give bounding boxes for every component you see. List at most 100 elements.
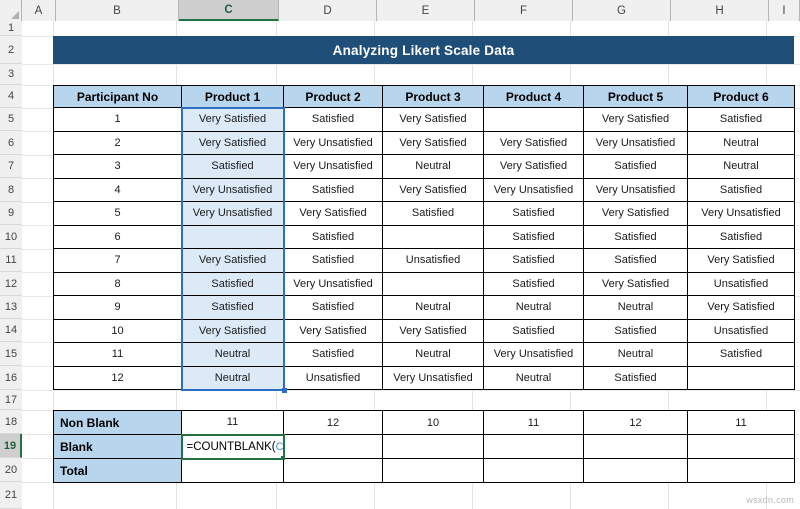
participant-number-cell[interactable]: 2 <box>53 130 182 155</box>
row-header-8[interactable]: 8 <box>0 178 22 202</box>
rating-cell[interactable]: Satisfied <box>483 248 584 273</box>
rating-cell[interactable]: Satisfied <box>483 318 584 343</box>
column-header-d[interactable]: D <box>279 0 377 21</box>
rating-cell[interactable]: Satisfied <box>687 177 795 202</box>
row-header-5[interactable]: 5 <box>0 108 22 131</box>
row-header-11[interactable]: 11 <box>0 249 22 272</box>
column-header-h[interactable]: H <box>671 0 769 21</box>
rating-cell[interactable]: Satisfied <box>283 248 383 273</box>
rating-cell[interactable]: Unsatisfied <box>687 271 795 296</box>
rating-cell[interactable]: Neutral <box>687 154 795 179</box>
formula-edit-cell[interactable]: =COUNTBLANK(C5:C16) <box>180 433 285 460</box>
row-header-16[interactable]: 16 <box>0 366 22 390</box>
rating-cell[interactable]: Very Unsatisfied <box>583 130 688 155</box>
summary-value-cell[interactable]: 11 <box>181 410 284 435</box>
column-header-f[interactable]: F <box>475 0 573 21</box>
column-header-b[interactable]: B <box>56 0 179 21</box>
rating-cell[interactable] <box>483 107 584 132</box>
row-header-3[interactable]: 3 <box>0 64 22 85</box>
participant-number-cell[interactable]: 4 <box>53 177 182 202</box>
row-header-18[interactable]: 18 <box>0 410 22 434</box>
row-header-19[interactable]: 19 <box>0 434 22 458</box>
rating-cell[interactable]: Neutral <box>181 342 284 367</box>
selection-fill-handle[interactable] <box>281 387 287 393</box>
row-header-15[interactable]: 15 <box>0 342 22 366</box>
rating-cell[interactable]: Neutral <box>181 365 284 390</box>
rating-cell[interactable]: Unsatisfied <box>382 248 484 273</box>
rating-cell[interactable]: Very Satisfied <box>382 318 484 343</box>
participant-number-cell[interactable]: 8 <box>53 271 182 296</box>
participant-number-cell[interactable]: 10 <box>53 318 182 343</box>
summary-value-cell[interactable] <box>382 434 484 459</box>
column-header-e[interactable]: E <box>377 0 475 21</box>
rating-cell[interactable]: Very Satisfied <box>583 271 688 296</box>
column-header-i[interactable]: I <box>769 0 800 21</box>
rating-cell[interactable]: Very Satisfied <box>483 154 584 179</box>
column-header-c[interactable]: C <box>179 0 279 21</box>
edit-fill-handle[interactable] <box>280 455 282 457</box>
rating-cell[interactable]: Very Unsatisfied <box>283 154 383 179</box>
rating-cell[interactable]: Very Unsatisfied <box>687 201 795 226</box>
select-all-corner[interactable] <box>0 0 22 21</box>
rating-cell[interactable] <box>181 224 284 249</box>
rating-cell[interactable]: Very Satisfied <box>181 318 284 343</box>
participant-number-cell[interactable]: 9 <box>53 295 182 320</box>
summary-value-cell[interactable] <box>382 458 484 483</box>
rating-cell[interactable]: Very Satisfied <box>583 107 688 132</box>
summary-value-cell[interactable] <box>181 458 284 483</box>
rating-cell[interactable]: Satisfied <box>583 318 688 343</box>
row-header-6[interactable]: 6 <box>0 131 22 155</box>
rating-cell[interactable]: Satisfied <box>583 365 688 390</box>
rating-cell[interactable]: Satisfied <box>283 107 383 132</box>
row-header-10[interactable]: 10 <box>0 225 22 249</box>
rating-cell[interactable]: Very Satisfied <box>181 107 284 132</box>
participant-number-cell[interactable]: 7 <box>53 248 182 273</box>
participant-number-cell[interactable]: 3 <box>53 154 182 179</box>
rating-cell[interactable]: Neutral <box>483 295 584 320</box>
column-header-a[interactable]: A <box>22 0 56 21</box>
rating-cell[interactable]: Unsatisfied <box>687 318 795 343</box>
participant-number-cell[interactable]: 12 <box>53 365 182 390</box>
summary-value-cell[interactable] <box>583 434 688 459</box>
rating-cell[interactable]: Very Satisfied <box>382 130 484 155</box>
participant-number-cell[interactable]: 11 <box>53 342 182 367</box>
rating-cell[interactable]: Satisfied <box>583 248 688 273</box>
rating-cell[interactable] <box>382 271 484 296</box>
rating-cell[interactable]: Neutral <box>583 295 688 320</box>
row-header-4[interactable]: 4 <box>0 85 22 108</box>
rating-cell[interactable]: Very Unsatisfied <box>483 177 584 202</box>
rating-cell[interactable]: Satisfied <box>283 224 383 249</box>
rating-cell[interactable] <box>382 224 484 249</box>
row-header-13[interactable]: 13 <box>0 296 22 319</box>
rating-cell[interactable]: Satisfied <box>483 271 584 296</box>
rating-cell[interactable]: Very Satisfied <box>181 130 284 155</box>
row-header-17[interactable]: 17 <box>0 390 22 410</box>
rating-cell[interactable]: Satisfied <box>181 295 284 320</box>
summary-value-cell[interactable] <box>687 434 795 459</box>
rating-cell[interactable]: Very Satisfied <box>687 248 795 273</box>
rating-cell[interactable]: Very Unsatisfied <box>283 130 383 155</box>
rating-cell[interactable]: Satisfied <box>583 224 688 249</box>
summary-value-cell[interactable]: 11 <box>483 410 584 435</box>
summary-value-cell[interactable] <box>483 458 584 483</box>
rating-cell[interactable]: Very Satisfied <box>382 107 484 132</box>
rating-cell[interactable]: Very Unsatisfied <box>181 177 284 202</box>
rating-cell[interactable]: Unsatisfied <box>283 365 383 390</box>
rating-cell[interactable]: Satisfied <box>687 107 795 132</box>
row-header-1[interactable]: 1 <box>0 21 22 36</box>
row-header-2[interactable]: 2 <box>0 36 22 64</box>
rating-cell[interactable]: Neutral <box>382 342 484 367</box>
rating-cell[interactable]: Satisfied <box>283 295 383 320</box>
rating-cell[interactable]: Very Unsatisfied <box>283 271 383 296</box>
summary-value-cell[interactable]: 12 <box>283 410 383 435</box>
rating-cell[interactable]: Satisfied <box>583 154 688 179</box>
rating-cell[interactable]: Neutral <box>382 154 484 179</box>
rating-cell[interactable]: Very Satisfied <box>283 201 383 226</box>
row-header-12[interactable]: 12 <box>0 272 22 296</box>
rating-cell[interactable]: Very Unsatisfied <box>583 177 688 202</box>
summary-value-cell[interactable] <box>283 458 383 483</box>
rating-cell[interactable]: Satisfied <box>483 224 584 249</box>
rating-cell[interactable]: Neutral <box>583 342 688 367</box>
rating-cell[interactable]: Satisfied <box>181 154 284 179</box>
participant-number-cell[interactable]: 5 <box>53 201 182 226</box>
